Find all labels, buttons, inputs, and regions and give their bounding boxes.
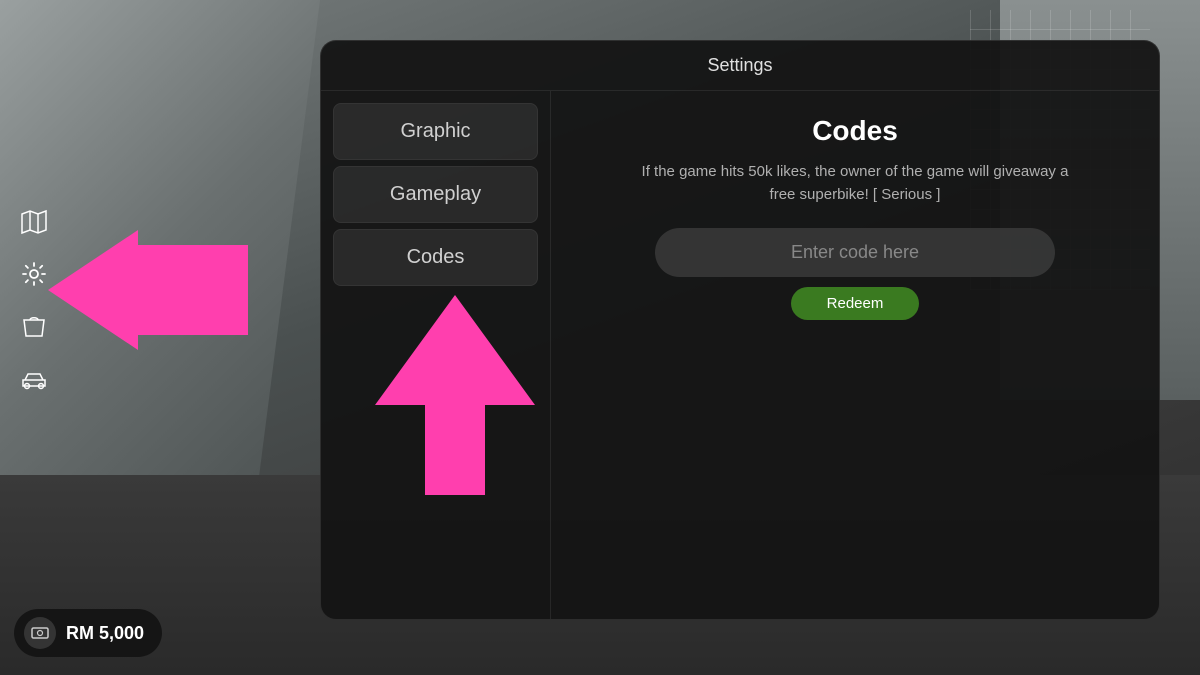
modal-title: Settings: [321, 41, 1159, 91]
codes-description: If the game hits 50k likes, the owner of…: [635, 161, 1075, 206]
cash-icon: [24, 617, 56, 649]
currency-amount: RM 5,000: [66, 623, 144, 644]
arrow-up-indicator: [375, 295, 535, 500]
car-icon[interactable]: [12, 356, 56, 400]
tab-codes[interactable]: Codes: [333, 229, 538, 286]
arrow-left-indicator: [48, 230, 248, 355]
currency-bar: RM 5,000: [14, 609, 162, 657]
codes-content-panel: Codes If the game hits 50k likes, the ow…: [551, 91, 1159, 619]
code-input[interactable]: [655, 228, 1055, 277]
tab-graphic[interactable]: Graphic: [333, 103, 538, 160]
redeem-button[interactable]: Redeem: [791, 287, 920, 320]
tab-gameplay[interactable]: Gameplay: [333, 166, 538, 223]
codes-title: Codes: [812, 115, 898, 147]
